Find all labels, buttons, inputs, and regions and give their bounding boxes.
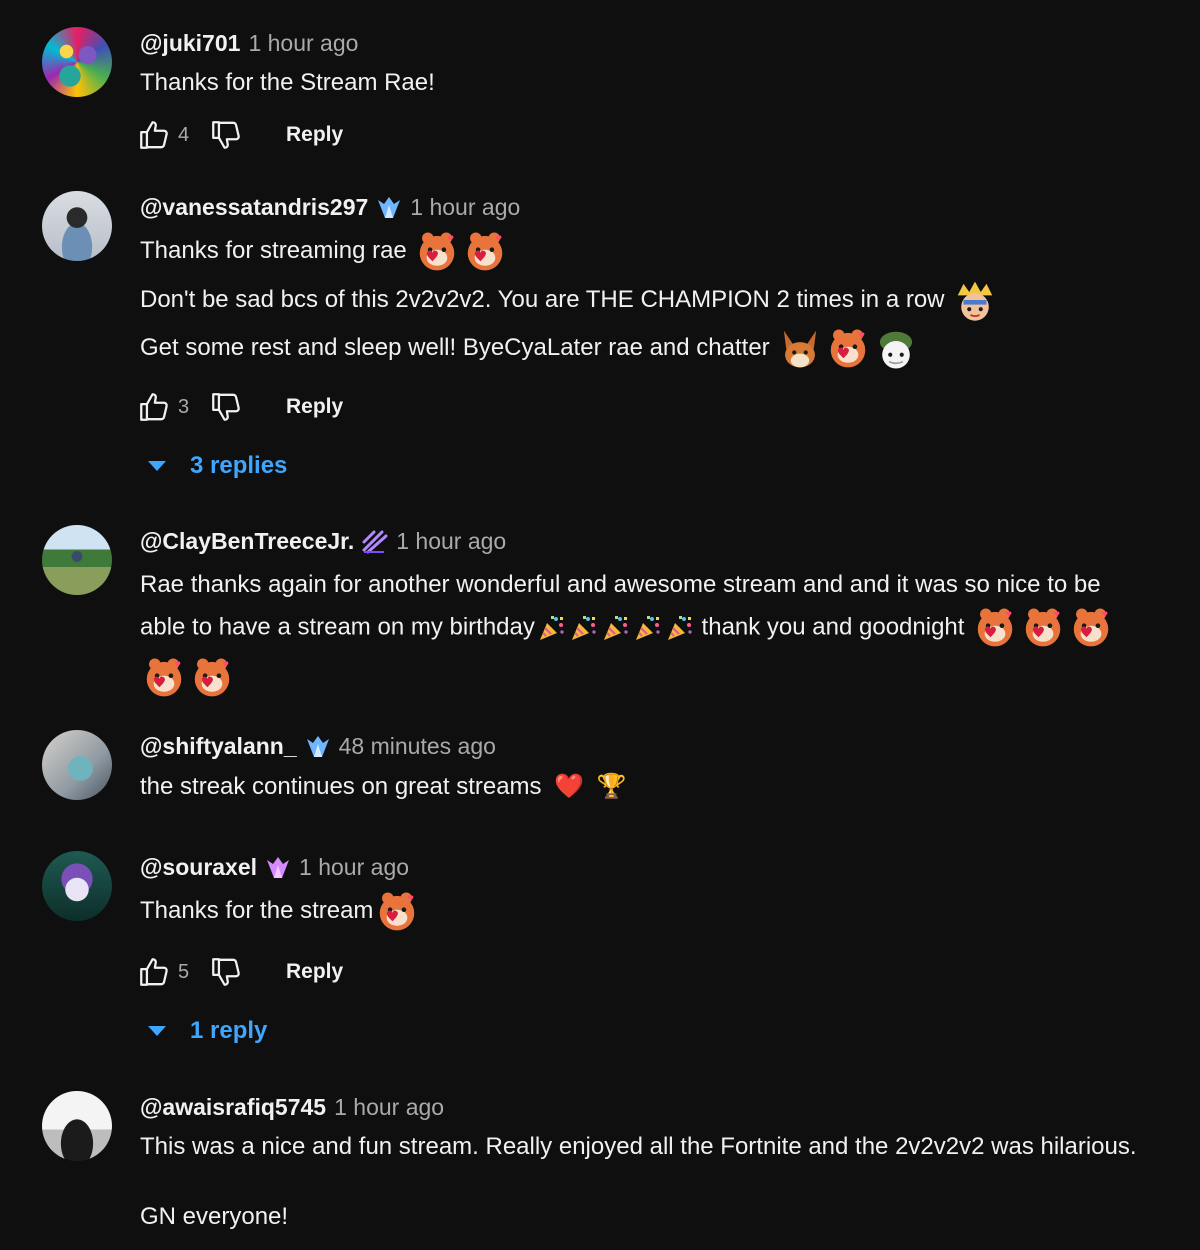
comment-text: thank you and goodnight <box>701 613 965 641</box>
emote-heart-icon <box>374 889 420 935</box>
comment-line: able to have a stream on my birthday tha… <box>140 605 1170 651</box>
comment-text: Thanks for the Stream Rae! <box>140 69 435 96</box>
member-badge-icon[interactable] <box>265 856 291 880</box>
emote-party-icon <box>632 613 662 643</box>
emote-heart-icon <box>414 229 460 275</box>
avatar[interactable] <box>42 191 112 261</box>
timestamp[interactable]: 1 hour ago <box>248 30 358 57</box>
emote-helmet-icon <box>873 326 919 372</box>
comment-body: Rae thanks again for another wonderful a… <box>140 565 1170 701</box>
comment-body: Thanks for streaming rae Don't be sad bc… <box>140 228 999 372</box>
author-handle[interactable]: @juki701 <box>140 30 240 57</box>
author-handle[interactable]: @ClayBenTreeceJr. <box>140 528 354 555</box>
comment-line: Get some rest and sleep well! ByeCyaLate… <box>140 325 999 372</box>
like-count: 5 <box>178 960 190 983</box>
author-handle[interactable]: @shiftyalann_ <box>140 733 297 760</box>
like-count: 4 <box>178 123 190 146</box>
timestamp[interactable]: 1 hour ago <box>410 194 520 221</box>
emote-heart-icon <box>462 229 508 275</box>
comment-header: @juki701 1 hour ago <box>140 30 358 57</box>
comment-line: Don't be sad bcs of this 2v2v2v2. You ar… <box>140 277 999 324</box>
reply-button[interactable]: Reply <box>286 123 343 147</box>
member-badge-icon[interactable] <box>376 196 402 220</box>
timestamp[interactable]: 1 hour ago <box>334 1094 444 1121</box>
comment-actions: 3 Reply <box>136 389 343 425</box>
emote-fox-icon <box>777 326 823 372</box>
comment-text: GN everyone! <box>140 1203 289 1230</box>
replies-label: 3 replies <box>190 452 288 479</box>
comment-actions: 5 Reply <box>136 954 343 990</box>
thumbs-up-icon <box>137 955 171 989</box>
author-handle[interactable]: @awaisrafiq5745 <box>140 1094 326 1121</box>
thumbs-up-icon <box>137 118 171 152</box>
comment-header: @shiftyalann_ 48 minutes ago <box>140 733 496 760</box>
view-replies-button[interactable]: 3 replies <box>148 452 287 480</box>
member-badge-icon[interactable] <box>305 735 331 759</box>
avatar[interactable] <box>42 525 112 595</box>
heart-emoji: ❤️ <box>554 773 585 801</box>
comment-header: @awaisrafiq5745 1 hour ago <box>140 1094 444 1121</box>
avatar[interactable] <box>42 1091 112 1161</box>
comment-body: This was a nice and fun stream. Really e… <box>140 1128 1137 1236</box>
dislike-button[interactable] <box>208 389 244 425</box>
comment-text: Thanks for the stream <box>140 897 374 924</box>
thumbs-down-icon <box>209 955 243 989</box>
like-button[interactable] <box>136 117 172 153</box>
emote-party-icon <box>568 613 598 643</box>
comment-line: Thanks for the stream <box>140 888 421 935</box>
like-button[interactable] <box>136 954 172 990</box>
emote-heart-icon <box>1068 605 1114 651</box>
replies-label: 1 reply <box>190 1017 268 1044</box>
like-count: 3 <box>178 395 190 418</box>
emote-heart-icon <box>189 655 235 701</box>
comment-text: This was a nice and fun stream. Really e… <box>140 1133 1137 1160</box>
thumbs-up-icon <box>137 390 171 424</box>
avatar[interactable] <box>42 27 112 97</box>
emote-heart-icon <box>972 605 1018 651</box>
comment-line: Thanks for streaming rae <box>140 228 999 275</box>
comment-actions: 4 Reply <box>136 117 343 153</box>
author-handle[interactable]: @vanessatandris297 <box>140 194 368 221</box>
emote-party-icon <box>664 613 694 643</box>
like-button[interactable] <box>136 389 172 425</box>
author-handle[interactable]: @souraxel <box>140 854 257 881</box>
avatar[interactable] <box>42 851 112 921</box>
view-replies-button[interactable]: 1 reply <box>148 1017 267 1045</box>
chevron-down-icon <box>148 461 166 471</box>
comment-header: @ClayBenTreeceJr. 1 hour ago <box>140 528 506 555</box>
comment-header: @souraxel 1 hour ago <box>140 854 409 881</box>
timestamp[interactable]: 1 hour ago <box>299 854 409 881</box>
trophy-emoji: 🏆 <box>596 773 627 801</box>
reply-button[interactable]: Reply <box>286 395 343 419</box>
comment-text: the streak continues on great streams <box>140 773 542 800</box>
comment-text: Don't be sad bcs of this 2v2v2v2. You ar… <box>140 285 945 313</box>
comment-line: the streak continues on great streams ❤️… <box>140 768 627 807</box>
comment-text: Get some rest and sleep well! ByeCyaLate… <box>140 334 770 362</box>
comment-text: able to have a stream on my birthday <box>140 613 535 641</box>
member-badge-icon[interactable] <box>362 530 388 554</box>
emote-heart-icon <box>1020 605 1066 651</box>
dislike-button[interactable] <box>208 117 244 153</box>
comment-line <box>140 655 1170 701</box>
comment-header: @vanessatandris297 1 hour ago <box>140 194 520 221</box>
chevron-down-icon <box>148 1026 166 1036</box>
reply-button[interactable]: Reply <box>286 960 343 984</box>
comment-text: Rae thanks again for another wonderful a… <box>140 571 1101 598</box>
timestamp[interactable]: 48 minutes ago <box>339 733 496 760</box>
timestamp[interactable]: 1 hour ago <box>396 528 506 555</box>
emote-heart-icon <box>825 326 871 372</box>
avatar[interactable] <box>42 730 112 800</box>
emote-crown-icon <box>952 277 998 323</box>
dislike-button[interactable] <box>208 954 244 990</box>
comment-text: Thanks for streaming rae <box>140 237 407 264</box>
thumbs-down-icon <box>209 118 243 152</box>
emote-party-icon <box>600 613 630 643</box>
emote-heart-icon <box>141 655 187 701</box>
emote-party-icon <box>536 613 566 643</box>
thumbs-down-icon <box>209 390 243 424</box>
